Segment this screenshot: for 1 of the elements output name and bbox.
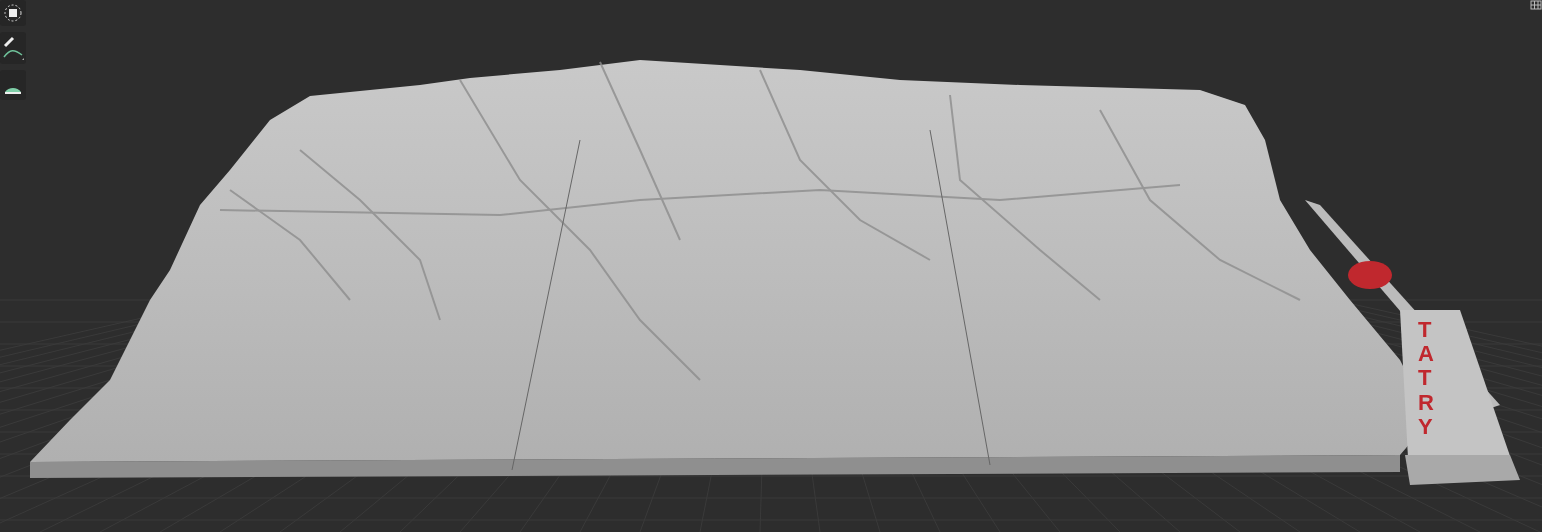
model-label: TATRY	[1418, 318, 1435, 439]
